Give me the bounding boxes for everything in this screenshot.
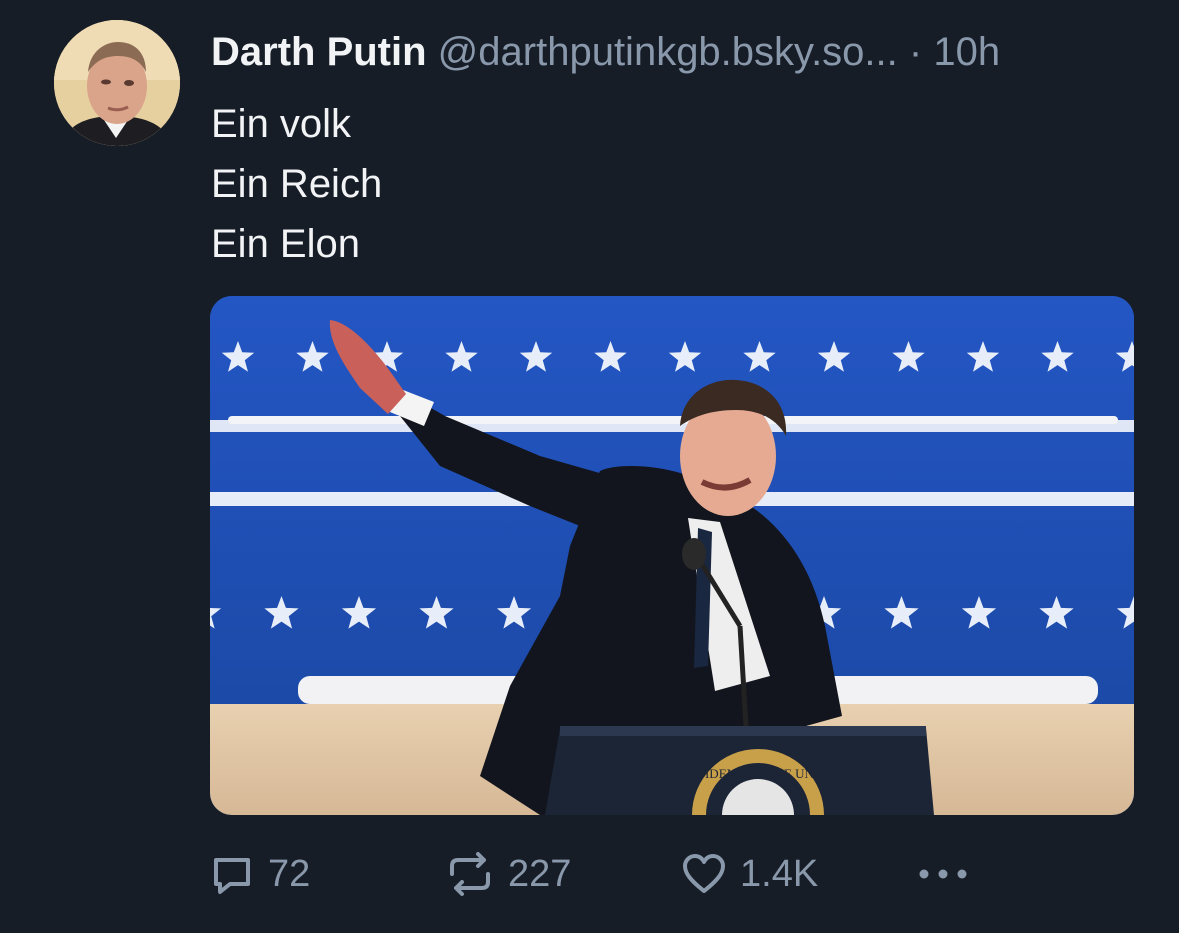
post-line: Ein Reich: [211, 162, 383, 206]
repost-button[interactable]: 227: [444, 846, 571, 902]
avatar-portrait: [54, 20, 180, 146]
post-timestamp[interactable]: 10h: [933, 30, 1000, 74]
post-text: Ein volk Ein Reich Ein Elon: [211, 94, 382, 274]
post-actions: 72 227 1.4K: [208, 846, 988, 902]
author-avatar[interactable]: [54, 20, 180, 146]
reply-count: 72: [268, 852, 311, 895]
reply-button[interactable]: 72: [208, 846, 310, 902]
post-header: Darth Putin @darthputinkgb.bsky.so... · …: [211, 26, 1000, 78]
header-separator: ·: [908, 30, 923, 74]
post-image[interactable]: SIDENT OF THE UNI: [210, 296, 1134, 815]
repost-count: 227: [508, 852, 572, 895]
author-handle[interactable]: @darthputinkgb.bsky.so...: [438, 30, 898, 74]
post-line: Ein volk: [211, 102, 352, 146]
like-button[interactable]: 1.4K: [680, 846, 818, 902]
repost-icon: [450, 852, 490, 896]
heart-icon: [683, 854, 725, 893]
reply-icon: [214, 858, 250, 894]
post-line: Ein Elon: [211, 222, 360, 266]
author-name[interactable]: Darth Putin: [211, 30, 427, 74]
seal-text: SIDENT OF THE UNI: [698, 766, 819, 781]
more-options-button[interactable]: [916, 846, 970, 902]
more-icon: [919, 869, 967, 879]
like-count: 1.4K: [740, 852, 819, 895]
post-photo: SIDENT OF THE UNI: [210, 296, 1134, 815]
